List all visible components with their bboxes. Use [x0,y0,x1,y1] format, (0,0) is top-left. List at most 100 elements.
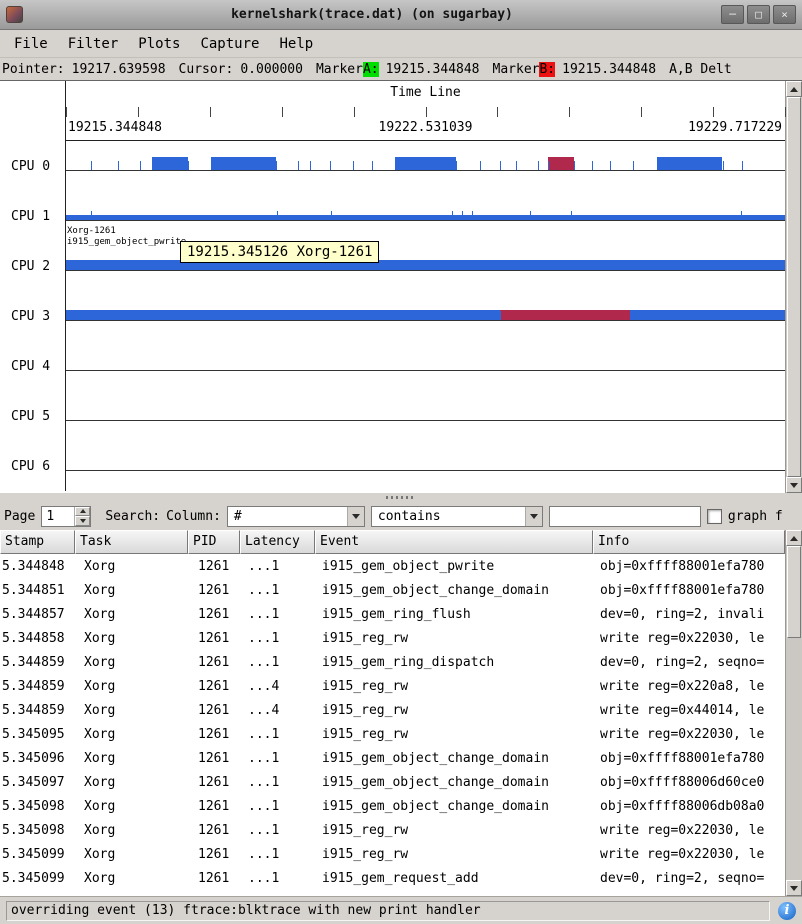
cpu-plot[interactable] [65,241,785,291]
event-tick [277,211,278,220]
chevron-down-icon[interactable] [525,507,542,526]
task-bar[interactable] [66,310,785,320]
cpu-plot[interactable] [65,441,785,491]
timeline-plot-area[interactable]: Time Line 19215.344848 19222.531039 1922… [0,81,785,493]
scroll-down-icon[interactable] [786,880,802,896]
table-cell: 5.345097 [0,775,75,790]
minimize-button[interactable]: ─ [721,5,744,24]
event-tick [456,161,457,170]
table-row[interactable]: 5.345098Xorg1261...1i915_gem_object_chan… [0,794,785,818]
column-select-value: # [228,509,347,524]
table-row[interactable]: 5.344859Xorg1261...1i915_gem_ring_dispat… [0,650,785,674]
time-axis-tick [354,107,355,117]
menu-item-help[interactable]: Help [269,33,323,55]
task-bar[interactable] [152,157,188,170]
task-annotation-name: Xorg-1261 [67,226,116,236]
column-select[interactable]: # [227,506,365,527]
timeline-header: Time Line 19215.344848 19222.531039 1922… [65,81,785,141]
table-row[interactable]: 5.344857Xorg1261...1i915_gem_ring_flushd… [0,602,785,626]
table-cell: ...1 [240,559,315,574]
event-tick [140,161,141,170]
task-bar[interactable] [657,157,722,170]
table-row[interactable]: 5.344851Xorg1261...1i915_gem_object_chan… [0,578,785,602]
cpu-plot[interactable] [65,141,785,191]
table-row[interactable]: 5.344859Xorg1261...4i915_reg_rwwrite reg… [0,698,785,722]
info-icon[interactable]: i [778,902,796,920]
scroll-down-icon[interactable] [786,477,802,493]
event-tick [276,161,277,170]
table-cell: 1261 [188,607,240,622]
cpu-plot[interactable] [65,191,785,241]
table-cell: ...1 [240,823,315,838]
maximize-button[interactable]: □ [747,5,770,24]
page-input[interactable] [42,507,74,526]
menu-item-plots[interactable]: Plots [128,33,190,55]
table-scroll-thumb[interactable] [787,546,801,638]
match-select[interactable]: contains [371,506,543,527]
table-row[interactable]: 5.345095Xorg1261...1i915_reg_rwwrite reg… [0,722,785,746]
spin-up-icon[interactable] [75,507,90,517]
table-row[interactable]: 5.345099Xorg1261...1i915_gem_request_add… [0,866,785,890]
menu-item-filter[interactable]: Filter [58,33,129,55]
table-row[interactable]: 5.344858Xorg1261...1i915_reg_rwwrite reg… [0,626,785,650]
table-cell: 5.345098 [0,799,75,814]
table-body[interactable]: 5.344848Xorg1261...1i915_gem_object_pwri… [0,554,785,896]
table-cell: Xorg [75,727,188,742]
graph-scroll-thumb[interactable] [787,97,801,477]
task-bar[interactable] [500,310,630,320]
column-header-event[interactable]: Event [315,530,593,554]
graph-follows-checkbox[interactable] [707,509,722,524]
pane-splitter[interactable] [0,493,802,502]
table-cell: Xorg [75,847,188,862]
table-scroll-track[interactable] [786,546,802,880]
task-bar[interactable] [548,157,574,170]
scroll-up-icon[interactable] [786,530,802,546]
column-header-task[interactable]: Task [75,530,188,554]
time-label-mid: 19222.531039 [379,120,473,135]
menu-item-capture[interactable]: Capture [190,33,269,55]
column-header-pid[interactable]: PID [188,530,240,554]
table-cell: i915_reg_rw [315,631,593,646]
task-bar[interactable] [66,215,785,220]
table-cell: 1261 [188,583,240,598]
search-input[interactable] [549,506,701,527]
table-cell: 5.345096 [0,751,75,766]
table-row[interactable]: 5.344848Xorg1261...1i915_gem_object_pwri… [0,554,785,578]
table-row[interactable]: 5.345098Xorg1261...1i915_reg_rwwrite reg… [0,818,785,842]
table-row[interactable]: 5.345099Xorg1261...1i915_reg_rwwrite reg… [0,842,785,866]
column-header-info[interactable]: Info [593,530,785,554]
event-tick [330,161,331,170]
table-cell: Xorg [75,631,188,646]
table-cell: 1261 [188,775,240,790]
cpu-plot[interactable] [65,291,785,341]
column-header-latency[interactable]: Latency [240,530,315,554]
task-bar[interactable] [395,157,456,170]
table-row[interactable]: 5.345097Xorg1261...1i915_gem_object_chan… [0,770,785,794]
cpu-plot[interactable] [65,391,785,441]
cpu-plot[interactable] [65,341,785,391]
chevron-down-icon[interactable] [347,507,364,526]
table-cell: 1261 [188,871,240,886]
marker-b-label: Marker [493,62,540,77]
menu-item-file[interactable]: File [4,33,58,55]
table-row[interactable]: 5.345096Xorg1261...1i915_gem_object_chan… [0,746,785,770]
time-axis-tick [569,107,570,117]
page-spinner[interactable] [41,506,91,527]
table-vscrollbar[interactable] [785,530,802,896]
table-cell: obj=0xffff88001efa780 [593,559,785,574]
titlebar[interactable]: kernelshark(trace.dat) (on sugarbay) ─ □… [0,0,802,30]
task-bar[interactable] [66,260,785,270]
marker-a-badge: A: [363,62,379,77]
cpu-row: CPU 6 [0,441,785,491]
task-bar[interactable] [211,157,276,170]
table-cell: 5.344851 [0,583,75,598]
scroll-up-icon[interactable] [786,81,802,97]
close-button[interactable]: × [773,5,796,24]
graph-vscrollbar[interactable] [785,81,802,493]
column-header-stamp[interactable]: Stamp [0,530,75,554]
table-row[interactable]: 5.344859Xorg1261...4i915_reg_rwwrite reg… [0,674,785,698]
event-tick [538,161,539,170]
spin-down-icon[interactable] [75,516,90,526]
event-tick [630,311,631,320]
graph-scroll-track[interactable] [786,97,802,477]
